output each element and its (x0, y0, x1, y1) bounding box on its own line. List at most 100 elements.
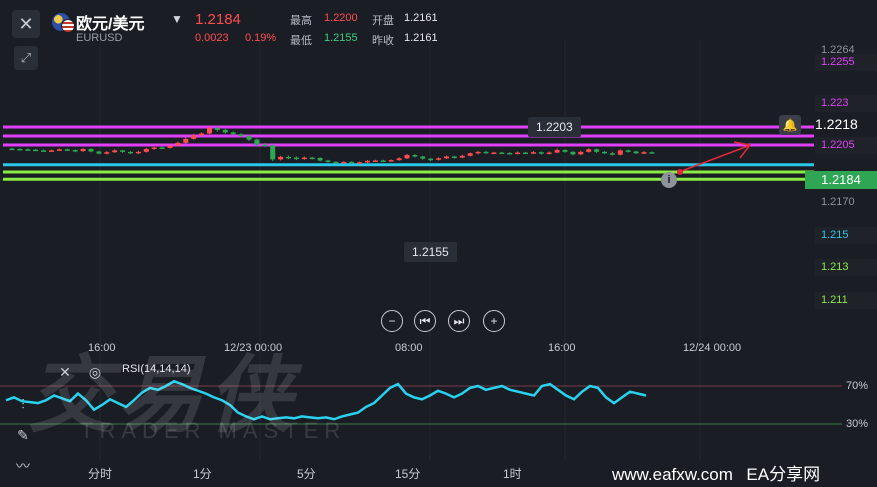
next-icon[interactable]: ⏭ (448, 310, 470, 332)
candle-body (135, 151, 141, 154)
candle-body (507, 152, 513, 155)
rsi-upper-label: 70% (846, 380, 869, 392)
high-value: 1.2200 (324, 12, 358, 24)
candle-body (88, 148, 94, 152)
candle-body (530, 152, 536, 154)
close-icon[interactable]: ✕ (12, 10, 40, 38)
candle-body (317, 157, 323, 161)
footer-site: www.eafxw.com (612, 465, 733, 484)
candle-body (286, 156, 291, 159)
candle-body (199, 133, 205, 136)
chevron-down-icon[interactable]: ▼ (171, 12, 183, 26)
candle-body (641, 152, 647, 154)
info-icon[interactable]: i (661, 172, 677, 188)
candle-body (72, 150, 78, 152)
level-tag-4: 1.215 (815, 227, 877, 244)
candle-body (222, 129, 228, 133)
timeframe-tab-1[interactable]: 分时 (88, 465, 112, 482)
candle-body (451, 156, 457, 159)
crosshair-icon[interactable]: ✕ (54, 361, 76, 383)
candle-body (436, 158, 442, 160)
candle-body (238, 134, 244, 136)
candle-body (33, 149, 39, 152)
candle-body (357, 162, 363, 164)
time-label-2: 12/23 00:00 (224, 342, 283, 354)
wave-icon[interactable]: 〰 (12, 455, 34, 477)
candle-body (538, 152, 544, 154)
candle-body (380, 160, 386, 162)
candle-body (475, 151, 481, 154)
zoom-in-icon[interactable]: + (483, 310, 505, 332)
open-label: 开盘 (372, 15, 394, 27)
candle-body (404, 155, 410, 159)
candle-body (120, 150, 126, 152)
candle-body (159, 147, 165, 150)
eye-icon[interactable]: ◎ (84, 361, 106, 383)
candle-body (309, 157, 315, 160)
level-tag-3: 1.2205 (815, 137, 877, 154)
low-value: 1.2155 (324, 32, 358, 44)
prev-close-value: 1.2161 (404, 32, 438, 44)
candle-body (128, 151, 133, 154)
candle-body (594, 149, 600, 152)
candle-body (230, 132, 236, 135)
candle-body (56, 149, 62, 151)
zoom-out-icon[interactable]: − (381, 310, 403, 332)
footer-watermark: www.eafxw.com EA分享网 (612, 460, 825, 485)
timeframe-tab-4[interactable]: 15分 (395, 465, 420, 482)
candle-body (278, 156, 284, 160)
time-label-5: 12/24 00:00 (683, 342, 742, 354)
rsi-lower-label: 30% (846, 418, 869, 430)
candle-body (191, 135, 197, 139)
candle-body (333, 161, 339, 164)
time-label-1: 16:00 (88, 342, 116, 354)
rsi-title: RSI(14,14,14) (122, 363, 191, 375)
candle-body (175, 142, 181, 146)
candle-body (301, 157, 307, 160)
candle-body (586, 149, 592, 152)
candle-body (649, 152, 655, 154)
candle-body (104, 152, 110, 154)
candle-body (349, 161, 355, 164)
candle-body (467, 153, 473, 156)
timeframe-tab-5[interactable]: 1时 (503, 465, 522, 482)
candle-body (254, 139, 260, 145)
pair-name[interactable]: 欧元/美元 (76, 10, 144, 34)
candle-body (602, 151, 607, 154)
candle-body (246, 136, 252, 140)
candle-body (578, 151, 584, 155)
candle-body (570, 151, 576, 155)
level-tag-2: 1.223 (815, 95, 877, 112)
current-price-tag: 1.2184 (805, 171, 877, 189)
candle-body (262, 144, 268, 147)
us-flag-icon (61, 19, 75, 33)
candle-body (293, 157, 299, 160)
alert-price: 1.2218 (815, 116, 858, 132)
candle-body (17, 148, 23, 151)
candle-body (270, 145, 276, 160)
pair-code: EURUSD (76, 32, 123, 44)
candle-body (499, 152, 505, 155)
arrow-anchor (677, 169, 683, 175)
low-callout: 1.2155 (404, 242, 457, 262)
timeframe-tab-3[interactable]: 5分 (297, 465, 316, 482)
price-change-pct: 0.19% (245, 32, 277, 44)
prev-close-label: 昨收 (372, 35, 394, 47)
candle-body (515, 152, 521, 155)
candle-body (554, 150, 560, 153)
timeframe-tab-2[interactable]: 1分 (193, 465, 212, 482)
pencil-icon[interactable]: ✎ (12, 424, 34, 446)
candle-body (617, 150, 623, 155)
expand-icon[interactable]: ⤢ (14, 46, 38, 70)
candle-body (183, 138, 189, 143)
footer-brand: EA分享网 (742, 465, 825, 484)
bell-icon[interactable]: 🔔 (779, 115, 801, 135)
trend-arrow (678, 145, 749, 173)
candle-body (372, 160, 378, 162)
prev-icon[interactable]: ⏮ (414, 310, 436, 332)
candle-body (428, 158, 434, 161)
candle-tool-icon[interactable]: ⫶ (12, 393, 34, 415)
candle-body (325, 160, 331, 162)
candle-body (214, 128, 220, 130)
time-label-4: 16:00 (548, 342, 576, 354)
